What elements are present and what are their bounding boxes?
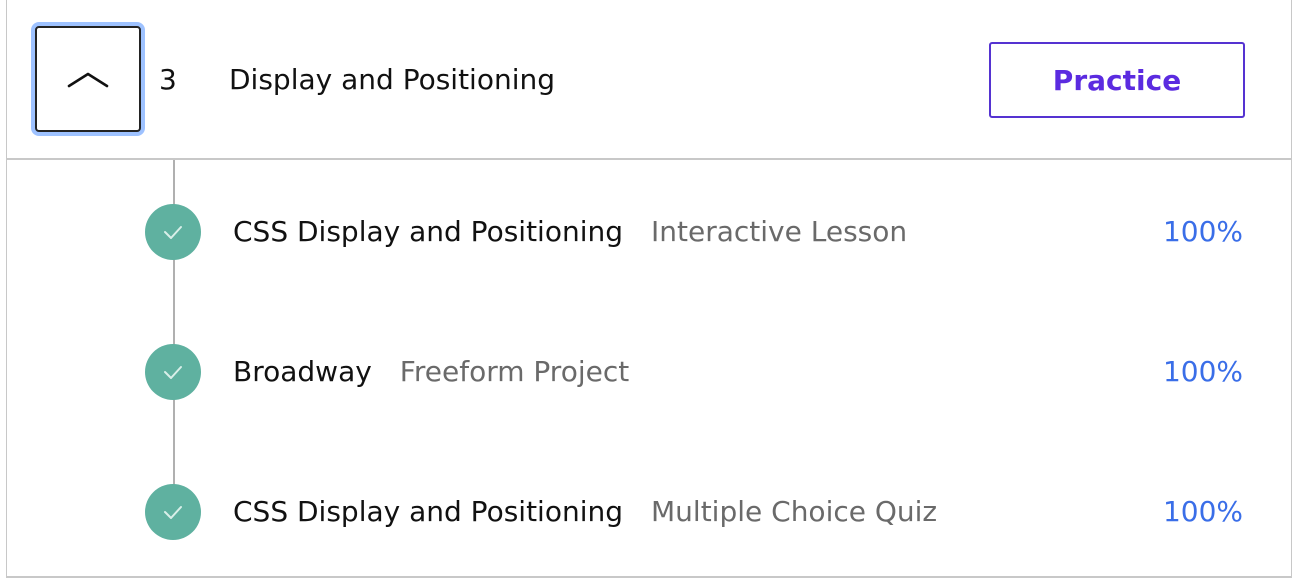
completed-check-icon bbox=[145, 484, 201, 540]
list-item[interactable]: CSS Display and Positioning Multiple Choi… bbox=[7, 480, 1291, 540]
item-progress: 100% bbox=[1162, 495, 1243, 528]
completed-check-icon bbox=[145, 204, 201, 260]
item-title[interactable]: CSS Display and Positioning bbox=[233, 215, 623, 248]
item-progress: 100% bbox=[1162, 355, 1243, 388]
section-number: 3 bbox=[159, 63, 177, 96]
item-title[interactable]: Broadway bbox=[233, 355, 372, 388]
list-item[interactable]: CSS Display and Positioning Interactive L… bbox=[7, 200, 1291, 260]
item-type: Freeform Project bbox=[399, 355, 630, 388]
item-progress: 100% bbox=[1162, 215, 1243, 248]
chevron-up-icon bbox=[67, 72, 109, 88]
collapse-toggle-button[interactable] bbox=[35, 26, 141, 132]
list-item[interactable]: Broadway Freeform Project 100% bbox=[7, 340, 1291, 400]
practice-button[interactable]: Practice bbox=[989, 42, 1245, 118]
item-type: Multiple Choice Quiz bbox=[651, 495, 938, 528]
item-type: Interactive Lesson bbox=[651, 215, 908, 248]
module-section: 3 Display and Positioning Practice CSS D… bbox=[6, 0, 1292, 578]
item-title[interactable]: CSS Display and Positioning bbox=[233, 495, 623, 528]
section-header: 3 Display and Positioning Practice bbox=[7, 0, 1291, 160]
section-title: Display and Positioning bbox=[229, 63, 556, 96]
completed-check-icon bbox=[145, 344, 201, 400]
